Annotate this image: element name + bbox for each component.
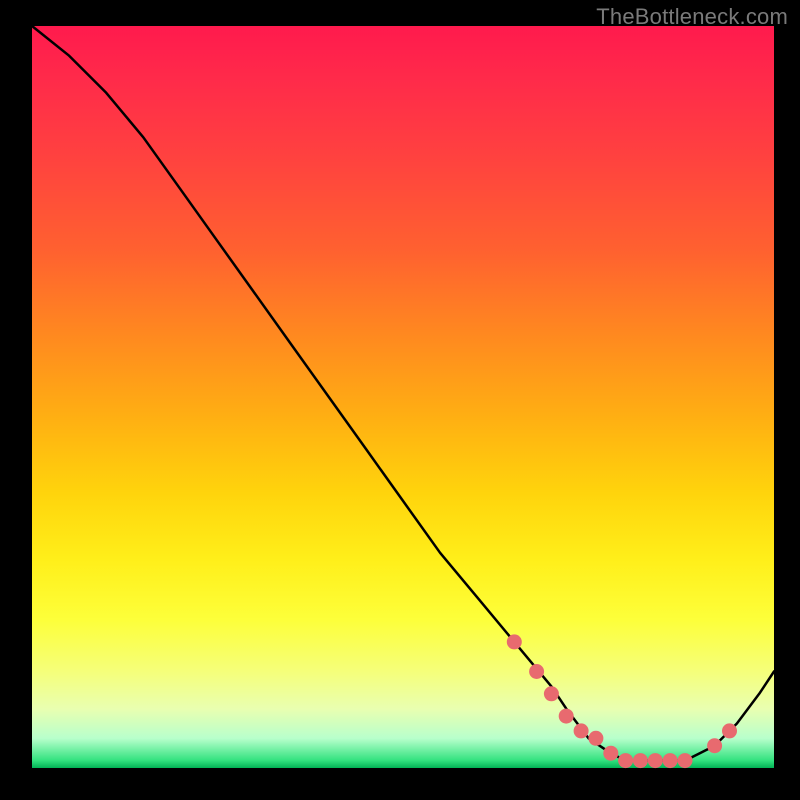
bottleneck-curve: [32, 26, 774, 761]
marker-dot: [648, 753, 663, 768]
marker-dot: [588, 731, 603, 746]
marker-dot: [618, 753, 633, 768]
marker-dot: [529, 664, 544, 679]
marker-group: [507, 634, 737, 768]
chart-frame: TheBottleneck.com: [0, 0, 800, 800]
plot-area: [32, 26, 774, 768]
marker-dot: [574, 723, 589, 738]
marker-dot: [544, 686, 559, 701]
marker-dot: [507, 634, 522, 649]
marker-dot: [663, 753, 678, 768]
marker-dot: [603, 746, 618, 761]
marker-dot: [707, 738, 722, 753]
marker-dot: [722, 723, 737, 738]
curve-svg: [32, 26, 774, 768]
marker-dot: [559, 709, 574, 724]
marker-dot: [678, 753, 693, 768]
marker-dot: [633, 753, 648, 768]
